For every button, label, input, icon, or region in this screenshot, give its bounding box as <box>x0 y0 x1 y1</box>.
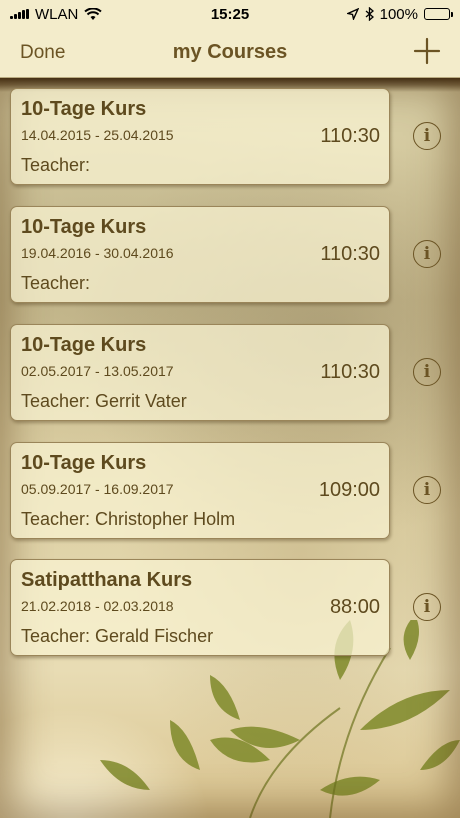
status-left: WLAN <box>10 5 103 23</box>
course-teacher: Teacher: Gerald Fischer <box>21 626 214 646</box>
course-row: Satipatthana Kurs 21.02.2018 - 02.03.201… <box>0 559 460 659</box>
battery-percent: 100% <box>379 5 418 23</box>
course-card[interactable]: 10-Tage Kurs 05.09.2017 - 16.09.2017 Tea… <box>10 442 390 539</box>
course-teacher: Teacher: Christopher Holm <box>21 509 236 529</box>
done-button[interactable]: Done <box>20 42 65 64</box>
info-icon[interactable]: i <box>413 593 441 621</box>
course-card[interactable]: 10-Tage Kurs 02.05.2017 - 13.05.2017 Tea… <box>10 324 390 421</box>
course-card[interactable]: 10-Tage Kurs 14.04.2015 - 25.04.2015 Tea… <box>10 88 390 185</box>
course-dates: 21.02.2018 - 02.03.2018 <box>21 598 174 614</box>
bluetooth-icon <box>365 7 374 21</box>
course-teacher: Teacher: <box>21 155 91 175</box>
info-icon[interactable]: i <box>413 358 441 386</box>
course-row: 10-Tage Kurs 02.05.2017 - 13.05.2017 Tea… <box>0 324 460 424</box>
signal-icon <box>10 9 29 19</box>
course-teacher: Teacher: Gerrit Vater <box>21 391 187 411</box>
info-icon[interactable]: i <box>413 476 441 504</box>
plus-icon[interactable] <box>412 36 442 66</box>
course-row: 10-Tage Kurs 19.04.2016 - 30.04.2016 Tea… <box>0 206 460 306</box>
course-row: 10-Tage Kurs 14.04.2015 - 25.04.2015 Tea… <box>0 88 460 188</box>
course-duration: 109:00 <box>318 479 380 501</box>
course-dates: 02.05.2017 - 13.05.2017 <box>21 363 174 379</box>
course-teacher: Teacher: <box>21 273 91 293</box>
course-duration: 110:30 <box>320 125 380 147</box>
status-bar: WLAN 15:25 100% <box>0 0 460 28</box>
course-title: 10-Tage Kurs <box>21 98 147 120</box>
course-card[interactable]: 10-Tage Kurs 19.04.2016 - 30.04.2016 Tea… <box>10 206 390 303</box>
page-title: my Courses <box>172 41 288 63</box>
course-title: 10-Tage Kurs <box>21 216 147 238</box>
course-title: 10-Tage Kurs <box>21 452 147 474</box>
navigation-bar: Done my Courses <box>0 28 460 78</box>
course-duration: 110:30 <box>320 243 380 265</box>
course-duration: 88:00 <box>329 596 380 618</box>
course-dates: 05.09.2017 - 16.09.2017 <box>21 481 174 497</box>
course-dates: 14.04.2015 - 25.04.2015 <box>21 127 174 143</box>
wifi-icon <box>84 7 103 20</box>
battery-icon <box>424 8 453 20</box>
course-title: Satipatthana Kurs <box>21 569 193 591</box>
course-row: 10-Tage Kurs 05.09.2017 - 16.09.2017 Tea… <box>0 442 460 542</box>
info-icon[interactable]: i <box>413 122 441 150</box>
location-arrow-icon <box>346 8 359 20</box>
course-dates: 19.04.2016 - 30.04.2016 <box>21 245 174 261</box>
status-right: 100% <box>346 5 453 23</box>
course-duration: 110:30 <box>320 361 380 383</box>
course-title: 10-Tage Kurs <box>21 334 147 356</box>
carrier-label: WLAN <box>35 5 79 23</box>
info-icon[interactable]: i <box>413 240 441 268</box>
course-card[interactable]: Satipatthana Kurs 21.02.2018 - 02.03.201… <box>10 559 390 656</box>
